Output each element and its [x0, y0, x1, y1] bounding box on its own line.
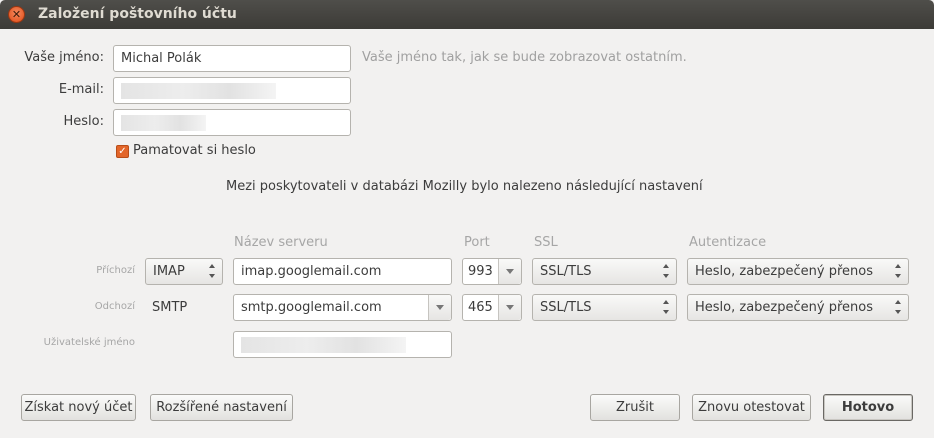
retest-button[interactable]: Znovu otestovat [692, 394, 811, 421]
incoming-server-input[interactable]: imap.googlemail.com [233, 258, 452, 285]
incoming-auth-value: Heslo, zabezpečený přenos [695, 264, 873, 279]
updown-icon [209, 264, 216, 278]
redacted-password [121, 114, 206, 131]
header-server: Název serveru [234, 235, 328, 250]
header-ssl: SSL [534, 235, 558, 250]
password-label: Heslo: [63, 114, 105, 129]
username-label: Uživatelské jméno [43, 337, 135, 348]
username-input[interactable] [233, 331, 452, 358]
dropdown-arrow-icon[interactable] [498, 259, 521, 284]
outgoing-protocol: SMTP [152, 300, 188, 315]
redacted-email [121, 82, 276, 99]
redacted-username [241, 336, 406, 353]
incoming-ssl-value: SSL/TLS [540, 264, 592, 279]
password-input[interactable] [113, 109, 351, 136]
advanced-settings-button[interactable]: Rozšířené nastavení [150, 394, 293, 421]
incoming-port-combo[interactable]: 993 [462, 258, 522, 285]
outgoing-auth-value: Heslo, zabezpečený přenos [695, 300, 873, 315]
incoming-protocol-select[interactable]: IMAP [145, 258, 223, 285]
outgoing-ssl-value: SSL/TLS [540, 300, 592, 315]
email-input[interactable] [113, 77, 351, 104]
outgoing-ssl-select[interactable]: SSL/TLS [532, 294, 677, 321]
incoming-auth-select[interactable]: Heslo, zabezpečený přenos [687, 258, 909, 285]
name-label: Vaše jméno: [24, 50, 104, 65]
outgoing-port-combo[interactable]: 465 [462, 294, 522, 321]
title-bar: ✕ Založení poštovního účtu [0, 0, 934, 29]
dropdown-arrow-icon[interactable] [428, 295, 451, 320]
header-port: Port [464, 235, 490, 250]
header-auth: Autentizace [689, 235, 767, 250]
remember-label[interactable]: Pamatovat si heslo [133, 143, 256, 158]
updown-icon [663, 300, 670, 314]
window-title: Založení poštovního účtu [38, 6, 237, 22]
updown-icon [895, 300, 902, 314]
name-hint: Vaše jméno tak, jak se bude zobrazovat o… [362, 50, 687, 65]
email-label: E-mail: [58, 82, 104, 97]
close-icon[interactable]: ✕ [8, 6, 25, 23]
status-message: Mezi poskytovateli v databázi Mozilly by… [226, 179, 703, 194]
updown-icon [895, 264, 902, 278]
incoming-port-value: 993 [468, 264, 493, 279]
outgoing-label: Odchozí [94, 301, 135, 312]
get-new-account-button[interactable]: Získat nový účet [21, 394, 136, 421]
dropdown-arrow-icon[interactable] [498, 295, 521, 320]
incoming-protocol-value: IMAP [153, 264, 185, 279]
outgoing-server-combo[interactable]: smtp.googlemail.com [233, 294, 452, 321]
outgoing-auth-select[interactable]: Heslo, zabezpečený přenos [687, 294, 909, 321]
remember-checkbox[interactable]: ✓ [116, 145, 129, 158]
cancel-button[interactable]: Zrušit [590, 394, 680, 421]
incoming-label: Příchozí [96, 265, 135, 276]
outgoing-server-value: smtp.googlemail.com [241, 300, 382, 315]
name-input[interactable]: Michal Polák [113, 45, 351, 72]
updown-icon [663, 264, 670, 278]
incoming-ssl-select[interactable]: SSL/TLS [532, 258, 677, 285]
done-button[interactable]: Hotovo [823, 394, 913, 421]
outgoing-port-value: 465 [468, 300, 493, 315]
